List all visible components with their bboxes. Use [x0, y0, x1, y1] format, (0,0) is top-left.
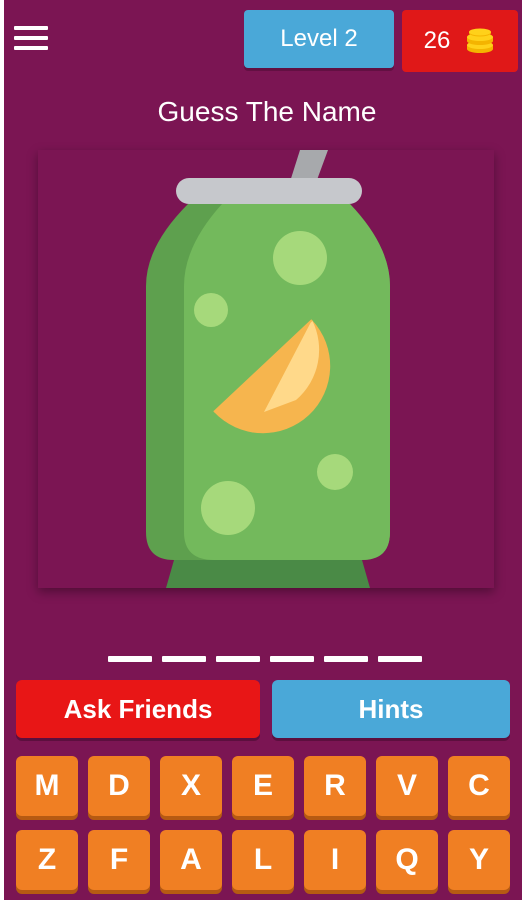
letter-key[interactable]: D [88, 756, 150, 816]
letter-key[interactable]: X [160, 756, 222, 816]
hamburger-menu-icon[interactable] [14, 26, 48, 54]
soda-can-icon [146, 150, 390, 588]
letter-key[interactable]: V [376, 756, 438, 816]
letter-key[interactable]: R [304, 756, 366, 816]
letter-key[interactable]: F [88, 830, 150, 890]
letter-key[interactable]: Y [448, 830, 510, 890]
ask-friends-button[interactable]: Ask Friends [16, 680, 260, 738]
coins-icon [467, 28, 494, 53]
hints-button[interactable]: Hints [272, 680, 510, 738]
answer-slot[interactable] [108, 656, 152, 662]
coin-count: 26 [423, 27, 451, 54]
hints-label: Hints [358, 693, 424, 724]
letter-key[interactable]: E [232, 756, 294, 816]
answer-slots [108, 656, 422, 662]
game-screen: Level 2 26 Guess The Name Ask Friends Hi… [4, 0, 522, 900]
answer-slot[interactable] [270, 656, 314, 662]
answer-slot[interactable] [162, 656, 206, 662]
letter-key[interactable]: I [304, 830, 366, 890]
answer-slot[interactable] [216, 656, 260, 662]
answer-slot[interactable] [324, 656, 368, 662]
puzzle-image [38, 150, 494, 588]
letter-key[interactable]: A [160, 830, 222, 890]
level-label: Level 2 [280, 25, 358, 52]
letter-key[interactable]: Z [16, 830, 78, 890]
letter-key[interactable]: C [448, 756, 510, 816]
answer-slot[interactable] [378, 656, 422, 662]
ask-friends-label: Ask Friends [63, 693, 213, 724]
letter-key[interactable]: Q [376, 830, 438, 890]
letter-key[interactable]: M [16, 756, 78, 816]
letter-keyboard: M D X E R V C Z F A L I Q Y [16, 756, 514, 890]
letter-key[interactable]: L [232, 830, 294, 890]
page-title: Guess The Name [157, 96, 377, 127]
level-button[interactable]: Level 2 [244, 10, 394, 68]
coins-button[interactable]: 26 [402, 10, 518, 72]
